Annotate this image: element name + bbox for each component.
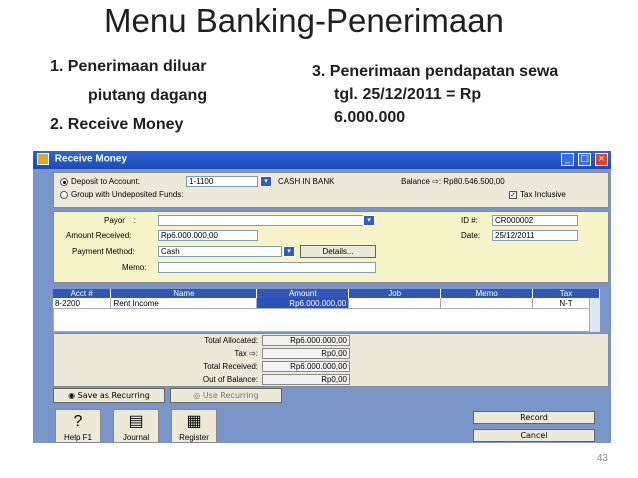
register-icon: ▦: [186, 413, 202, 430]
left-list: 1. Penerimaan diluar piutang dagang 2. R…: [50, 52, 207, 139]
list-item: tgl. 25/12/2011 = Rp: [334, 86, 482, 103]
payor-field[interactable]: [158, 215, 368, 226]
app-icon: [37, 153, 49, 165]
total-allocated-label: Total Allocated:: [204, 336, 258, 345]
journal-button[interactable]: ▤ Journal: [113, 409, 159, 443]
name-cell[interactable]: Rent Income: [110, 298, 258, 308]
help-button[interactable]: ? Help F1: [55, 409, 101, 443]
date-label: Date:: [461, 231, 481, 240]
column-header: Acct #: [53, 289, 112, 298]
right-list: 3. Penerimaan pendapatan sewa tgl. 25/12…: [312, 60, 558, 129]
memo-field[interactable]: [158, 262, 376, 273]
list-item: 6.000.000: [334, 109, 406, 126]
payor-dropdown-icon[interactable]: ▾: [363, 215, 375, 226]
total-received-value: Rp6.000.000,00: [262, 361, 350, 372]
balance-label: Balance ⇨: Rp80.546.500,00: [401, 177, 505, 186]
list-item: piutang dagang: [88, 87, 208, 104]
payment-method-field[interactable]: Cash: [158, 246, 282, 257]
group-radio-row[interactable]: Group with Undeposited Funds:: [60, 190, 184, 199]
acct-cell[interactable]: 8-2200: [53, 298, 112, 308]
deposit-account-field[interactable]: 1-1100: [186, 176, 258, 187]
column-header: Name: [110, 289, 258, 298]
amount-received-label: Amount Received:: [66, 231, 132, 240]
id-field[interactable]: CR000002: [492, 215, 578, 226]
window-titlebar: Receive Money: [33, 151, 611, 169]
column-header: Amount: [256, 289, 350, 298]
list-item: 3. Penerimaan pendapatan sewa: [312, 63, 559, 80]
window-title: Receive Money: [54, 153, 128, 165]
close-icon[interactable]: ×: [595, 153, 608, 166]
cancel-button[interactable]: Cancel: [473, 429, 595, 442]
payment-method-dropdown-icon[interactable]: ▾: [283, 246, 295, 257]
amount-received-field[interactable]: Rp6.000.000,00: [158, 230, 258, 241]
maximize-icon[interactable]: □: [578, 153, 591, 166]
journal-icon: ▤: [128, 413, 144, 430]
check-icon[interactable]: ✓: [509, 190, 517, 199]
tax-total-label: Tax ⇨:: [234, 349, 258, 358]
deposit-radio[interactable]: [60, 177, 68, 186]
total-allocated-value: Rp6.000.000,00: [262, 335, 350, 346]
payment-method-label: Payment Method:: [72, 247, 135, 256]
memo-cell[interactable]: [440, 298, 534, 308]
memo-label: Memo:: [122, 263, 147, 272]
deposit-account-name: CASH IN BANK: [278, 177, 335, 186]
question-icon: ?: [73, 413, 83, 430]
table-body-empty: [53, 308, 600, 332]
deposit-radio-row[interactable]: Deposit to Account:: [60, 177, 140, 186]
payor-label: Payor :: [104, 216, 137, 225]
page-number: 43: [596, 453, 608, 464]
save-as-recurring-button[interactable]: ◉ Save as Recurring: [53, 388, 165, 403]
column-header: Memo: [440, 289, 534, 298]
id-label: ID #:: [461, 216, 478, 225]
record-button[interactable]: Record: [473, 411, 595, 424]
details-button[interactable]: Details...: [300, 245, 376, 258]
use-recurring-button[interactable]: ◎ Use Recurring: [170, 388, 282, 403]
recurring-icon: ◎: [193, 391, 201, 400]
table-row[interactable]: 8-2200 Rent Income Rp6.000.000,00 N-T: [53, 298, 600, 308]
table-header-row: Acct # Name Amount Job Memo Tax: [53, 289, 600, 298]
job-cell[interactable]: [348, 298, 442, 308]
register-button[interactable]: ▦ Register: [171, 409, 217, 443]
deposit-account-dropdown-icon[interactable]: ▾: [260, 176, 272, 187]
amount-cell[interactable]: Rp6.000.000,00: [256, 298, 350, 308]
out-of-balance-label: Out of Balance:: [202, 375, 258, 384]
table-scrollbar[interactable]: [589, 298, 600, 332]
recurring-icon: ◉: [68, 391, 76, 400]
column-header: Job: [348, 289, 442, 298]
payor-panel: Payor : ▾ Amount Received: Rp6.000.000,0…: [53, 211, 609, 283]
allocation-table: Acct # Name Amount Job Memo Tax 8-2200 R…: [53, 289, 600, 308]
total-received-label: Total Received:: [203, 362, 258, 371]
tax-inclusive-checkbox[interactable]: ✓ Tax Inclusive: [509, 190, 566, 199]
list-item: 2. Receive Money: [50, 116, 184, 133]
totals-panel: Total Allocated: Rp6.000.000,00 Tax ⇨: R…: [53, 333, 609, 387]
date-field[interactable]: 25/12/2011: [492, 230, 578, 241]
slide-title: Menu Banking-Penerimaan: [104, 2, 504, 39]
out-of-balance-value: Rp0,00: [262, 374, 350, 385]
column-header: Tax: [532, 289, 600, 298]
group-radio[interactable]: [60, 190, 68, 199]
tax-total-value: Rp0,00: [262, 348, 350, 359]
minimize-icon[interactable]: _: [561, 153, 574, 166]
list-item: 1. Penerimaan diluar: [50, 58, 207, 75]
deposit-panel: Deposit to Account: 1-1100 ▾ CASH IN BAN…: [53, 172, 609, 208]
balance-value: Rp80.546.500,00: [443, 177, 505, 186]
